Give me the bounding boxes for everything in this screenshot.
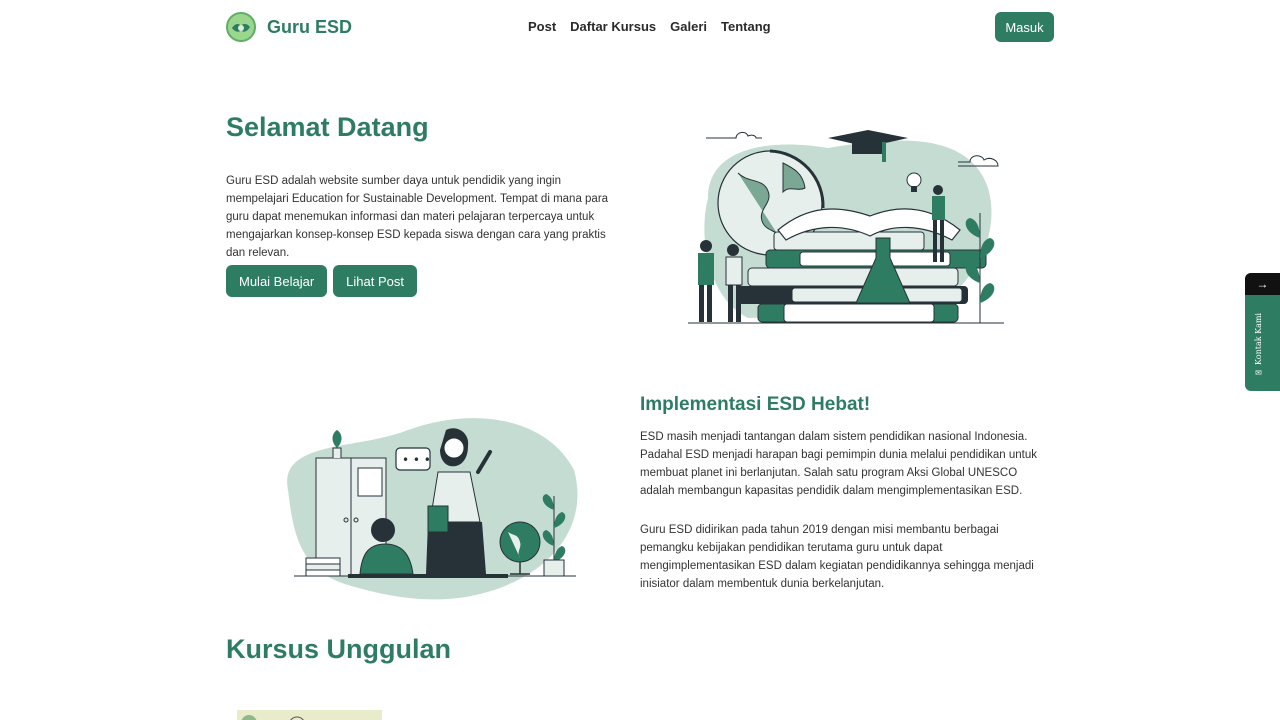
navbar: Guru ESD Post Daftar Kursus Galeri Tenta…: [226, 12, 1054, 42]
nav-link-tentang[interactable]: Tentang: [721, 19, 771, 34]
nav-link-galeri[interactable]: Galeri: [670, 19, 707, 34]
about-title: Implementasi ESD Hebat!: [640, 394, 871, 415]
arrow-right-icon[interactable]: →: [1245, 273, 1280, 295]
hero-description: Guru ESD adalah website sumber daya untu…: [226, 175, 609, 259]
brand-name: Guru ESD: [267, 16, 353, 37]
about-paragraph-2: Guru ESD didirikan pada tahun 2019 denga…: [640, 524, 1034, 590]
svg-text:• • •: • • •: [402, 453, 431, 467]
start-learning-button[interactable]: Mulai Belajar: [226, 265, 328, 297]
teacher-student-classroom-illustration: • • •: [278, 410, 584, 602]
nav-links: Post Daftar Kursus Galeri Tentang: [528, 19, 771, 34]
contact-label: ✉ Kontak Kami: [1254, 313, 1263, 377]
students-books-globe-illustration: [688, 118, 1004, 328]
about-paragraph-1: ESD masih menjadi tantangan dalam sistem…: [640, 431, 1038, 497]
hero-title: Selamat Datang: [226, 112, 429, 142]
nav-link-daftar-kursus[interactable]: Daftar Kursus: [570, 19, 656, 34]
nav-link-post[interactable]: Post: [528, 19, 556, 34]
login-button[interactable]: Masuk: [995, 12, 1054, 42]
view-posts-button[interactable]: Lihat Post: [333, 265, 417, 297]
contact-side-tab[interactable]: → ✉ Kontak Kami: [1245, 273, 1280, 391]
globe-leaf-logo-icon: [226, 12, 256, 42]
course-card-thumbnail[interactable]: [237, 710, 382, 720]
courses-title: Kursus Unggulan: [226, 634, 452, 664]
brand[interactable]: Guru ESD: [226, 12, 352, 42]
hero-buttons: Mulai Belajar Lihat Post: [226, 265, 417, 297]
